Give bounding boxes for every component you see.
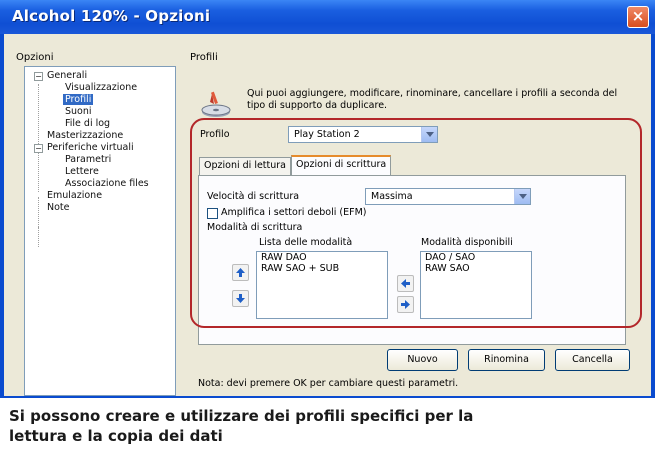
list-item[interactable]: DAO / SAO (421, 252, 531, 263)
window-title: Alcohol 120% - Opzioni (12, 7, 211, 25)
tab-opzioni-di-lettura[interactable]: Opzioni di lettura (199, 157, 291, 175)
move-down-button[interactable] (232, 290, 249, 307)
arrow-left-icon (401, 279, 410, 288)
screenshot-root: Alcohol 120% - Opzioni × Opzioni Profili… (0, 0, 655, 470)
write-speed-value: Massima (371, 191, 413, 202)
title-bar[interactable]: Alcohol 120% - Opzioni × (0, 0, 655, 34)
write-speed-label: Velocità di scrittura (207, 191, 300, 202)
list-item[interactable]: RAW DAO (257, 252, 387, 263)
tree-item-periferiche-virtuali[interactable]: Periferiche virtuali (47, 142, 134, 153)
tree-item-suoni[interactable]: Suoni (65, 106, 92, 117)
tree-item-parametri[interactable]: Parametri (65, 154, 111, 165)
rename-button[interactable]: Rinomina (468, 349, 545, 371)
right-panel-header: Profili (190, 52, 218, 63)
tree-item-masterizzazione[interactable]: Masterizzazione (47, 130, 123, 141)
profile-select[interactable]: Play Station 2 (288, 126, 438, 143)
move-right-button[interactable] (397, 296, 414, 313)
move-up-button[interactable] (232, 264, 249, 281)
caption-panel: Si possono creare e utilizzare dei profi… (0, 396, 655, 470)
chevron-down-icon[interactable] (421, 127, 437, 142)
arrow-up-icon (236, 268, 245, 277)
left-panel-header: Opzioni (16, 52, 54, 63)
tree-item-emulazione[interactable]: Emulazione (47, 190, 102, 201)
close-button[interactable]: × (627, 6, 649, 28)
move-left-button[interactable] (397, 275, 414, 292)
tab-opzioni-di-scrittura[interactable]: Opzioni di scrittura (291, 155, 391, 175)
chevron-down-icon[interactable] (514, 189, 530, 204)
write-modes-label: Modalità di scrittura (207, 222, 303, 233)
profile-select-value: Play Station 2 (294, 129, 360, 140)
available-modes-title: Modalità disponibili (421, 237, 513, 248)
arrow-right-icon (401, 300, 410, 309)
options-tree[interactable]: − Generali Visualizzazione Profili Suoni… (24, 66, 176, 396)
tree-item-generali[interactable]: Generali (47, 70, 87, 81)
arrow-down-icon (236, 294, 245, 303)
modes-list-title: Lista delle modalità (259, 237, 353, 248)
tree-item-file-di-log[interactable]: File di log (65, 118, 110, 129)
list-item[interactable]: RAW SAO (421, 263, 531, 274)
tree-item-lettere[interactable]: Lettere (65, 166, 99, 177)
caption-text: Si possono creare e utilizzare dei profi… (9, 407, 474, 445)
tree-item-associazione-files[interactable]: Associazione files (65, 178, 149, 189)
tree-item-visualizzazione[interactable]: Visualizzazione (65, 82, 137, 93)
amplify-weak-sectors-checkbox[interactable] (207, 208, 218, 219)
profile-disk-icon (201, 91, 231, 117)
collapse-icon[interactable]: − (34, 144, 43, 153)
tree-line (38, 84, 39, 192)
write-speed-select[interactable]: Massima (365, 188, 531, 205)
delete-button[interactable]: Cancella (555, 349, 630, 371)
available-modes-listbox[interactable]: DAO / SAO RAW SAO (420, 251, 532, 319)
new-button[interactable]: Nuovo (387, 349, 458, 371)
profiles-description: Qui puoi aggiungere, modificare, rinomin… (247, 88, 618, 111)
tree-item-note[interactable]: Note (47, 202, 70, 213)
amplify-weak-sectors-label: Amplifica i settori deboli (EFM) (221, 207, 367, 218)
collapse-icon[interactable]: − (34, 72, 43, 81)
settings-note: Nota: devi premere OK per cambiare quest… (198, 378, 459, 389)
tree-line (38, 227, 39, 247)
profile-label: Profilo (200, 129, 230, 140)
modes-listbox[interactable]: RAW DAO RAW SAO + SUB (256, 251, 388, 319)
list-item[interactable]: RAW SAO + SUB (257, 263, 387, 274)
tree-item-profili[interactable]: Profili (63, 94, 94, 105)
